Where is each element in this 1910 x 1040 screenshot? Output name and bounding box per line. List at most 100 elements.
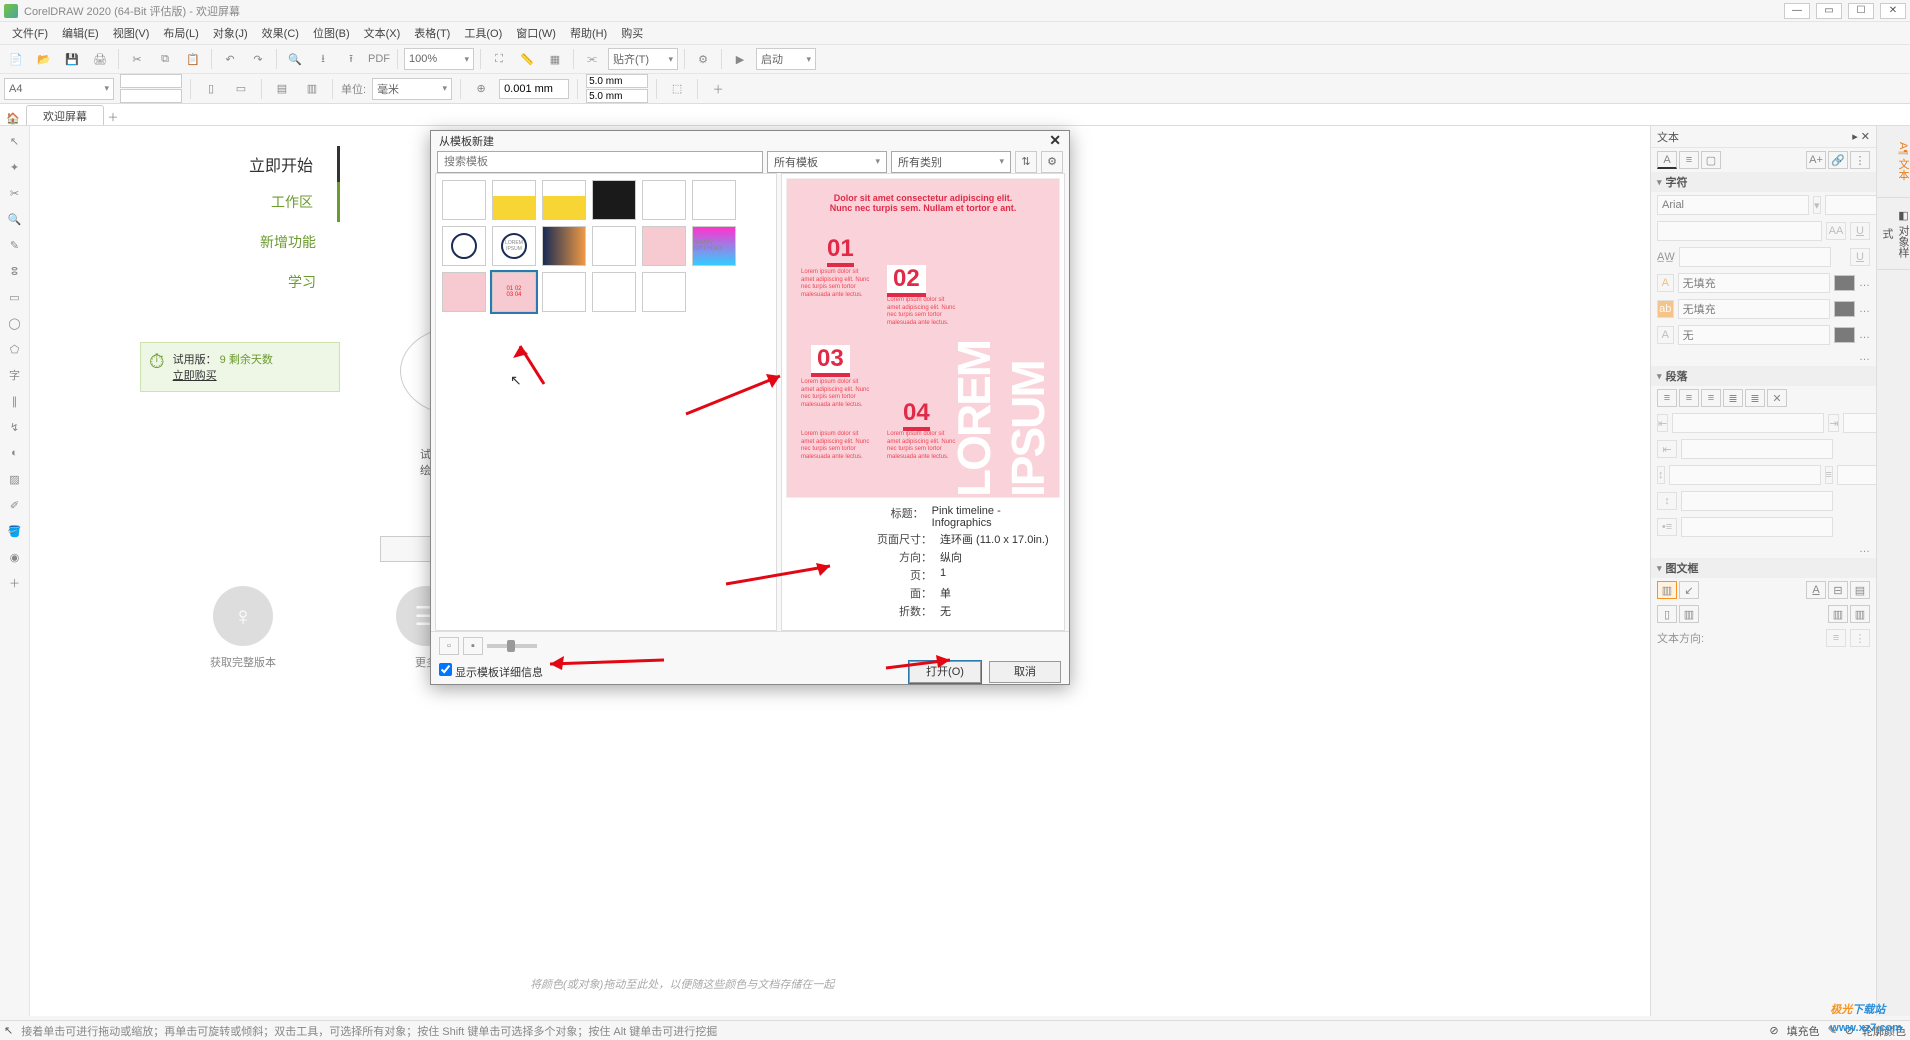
- section-paragraph[interactable]: 段落: [1651, 366, 1876, 386]
- fullscreen-icon[interactable]: ⛶: [487, 48, 511, 70]
- add-tool-icon[interactable]: ＋: [4, 572, 26, 594]
- welcome-nav-workspace[interactable]: 工作区: [140, 182, 340, 222]
- docker-title[interactable]: 文本▸ ✕: [1651, 126, 1876, 148]
- launch-icon[interactable]: ▶: [728, 48, 752, 70]
- action-get-full[interactable]: ♀获取完整版本: [210, 586, 276, 670]
- underline2-icon[interactable]: U: [1850, 248, 1870, 266]
- char-tab-icon[interactable]: A: [1657, 151, 1677, 169]
- zoom-combo[interactable]: 100%: [404, 48, 474, 70]
- template-thumb[interactable]: [442, 272, 486, 312]
- menu-layout[interactable]: 布局(L): [157, 23, 204, 43]
- category-filter-combo[interactable]: 所有类别: [891, 151, 1011, 173]
- launch-dropdown[interactable]: 启动: [756, 48, 816, 70]
- orient-landscape-icon[interactable]: ▭: [229, 78, 253, 100]
- rulers-icon[interactable]: 📏: [515, 48, 539, 70]
- frame-col-icon[interactable]: ▥: [1657, 581, 1677, 599]
- undo-icon[interactable]: ↶: [218, 48, 242, 70]
- dup-distance[interactable]: [586, 74, 648, 103]
- artistic-media-icon[interactable]: ⵓ: [4, 260, 26, 282]
- snap-icon[interactable]: ⫘: [580, 48, 604, 70]
- publish-pdf-icon[interactable]: PDF: [367, 48, 391, 70]
- justify-all-icon[interactable]: ≣: [1745, 389, 1765, 407]
- tab-welcome[interactable]: 欢迎屏幕: [26, 105, 104, 125]
- fill-swatch[interactable]: [1834, 275, 1855, 291]
- outline-swatch[interactable]: [1834, 327, 1855, 343]
- kerning-input[interactable]: [1679, 247, 1831, 267]
- import-icon[interactable]: ⭳: [311, 48, 335, 70]
- settings-icon[interactable]: ⚙: [1041, 151, 1063, 173]
- cancel-button[interactable]: 取消: [989, 661, 1061, 683]
- close-button[interactable]: ✕: [1880, 3, 1906, 19]
- options-icon[interactable]: ⋮: [1850, 151, 1870, 169]
- menu-object[interactable]: 对象(J): [207, 23, 254, 43]
- menu-help[interactable]: 帮助(H): [564, 23, 613, 43]
- section-frame[interactable]: 图文框: [1651, 558, 1876, 578]
- copy-icon[interactable]: ⧉: [153, 48, 177, 70]
- frame-align-icon[interactable]: A: [1806, 581, 1826, 599]
- template-thumb[interactable]: [542, 226, 586, 266]
- vtab-styles[interactable]: ◧ 对象样式: [1877, 198, 1910, 270]
- eyedropper-icon[interactable]: ✐: [4, 494, 26, 516]
- line-space-icon[interactable]: ≡: [1825, 466, 1833, 484]
- template-filter-combo[interactable]: 所有模板: [767, 151, 887, 173]
- frame-direction-icon[interactable]: ↙: [1679, 581, 1699, 599]
- new-tab-button[interactable]: ＋: [104, 109, 122, 125]
- outline-fill-icon[interactable]: A: [1657, 326, 1674, 344]
- frame-link-icon[interactable]: ▤: [1850, 581, 1870, 599]
- minimize-button[interactable]: —: [1784, 3, 1810, 19]
- menu-edit[interactable]: 编辑(E): [56, 23, 105, 43]
- maximize-button[interactable]: ☐: [1848, 3, 1874, 19]
- more-icon[interactable]: …: [1859, 329, 1870, 341]
- ellipse-tool-icon[interactable]: ◯: [4, 312, 26, 334]
- font-dropdown-icon[interactable]: ▾: [1813, 196, 1821, 214]
- add-font-icon[interactable]: A+: [1806, 151, 1826, 169]
- template-thumb-selected[interactable]: 01 0203 04: [492, 272, 536, 312]
- fill-tool-icon[interactable]: 🪣: [4, 520, 26, 542]
- save-icon[interactable]: 💾: [60, 48, 84, 70]
- menu-buy[interactable]: 购买: [615, 23, 649, 43]
- welcome-nav-whatsnew[interactable]: 新增功能: [140, 222, 340, 262]
- view-small-icon[interactable]: ▫: [439, 637, 459, 655]
- no-align-icon[interactable]: ✕: [1767, 389, 1787, 407]
- welcome-nav-learn[interactable]: 学习: [140, 262, 340, 302]
- template-thumb[interactable]: [592, 180, 636, 220]
- dialog-title-bar[interactable]: 从模板新建 ✕: [431, 131, 1069, 150]
- first-indent-input[interactable]: [1681, 439, 1833, 459]
- uniform-fill-icon[interactable]: A: [1657, 274, 1674, 292]
- menu-window[interactable]: 窗口(W): [510, 23, 562, 43]
- link-frame-icon[interactable]: 🔗: [1828, 151, 1848, 169]
- search-icon[interactable]: 🔍: [283, 48, 307, 70]
- line-space-input[interactable]: [1837, 465, 1876, 485]
- polygon-tool-icon[interactable]: ⬠: [4, 338, 26, 360]
- cols-more-icon[interactable]: ▥: [1850, 605, 1870, 623]
- export-icon[interactable]: ⭱: [339, 48, 363, 70]
- fill-combo[interactable]: [1678, 273, 1830, 293]
- paste-icon[interactable]: 📋: [181, 48, 205, 70]
- left-indent-icon[interactable]: ⇤: [1657, 414, 1668, 432]
- cut-icon[interactable]: ✂: [125, 48, 149, 70]
- menu-file[interactable]: 文件(F): [6, 23, 54, 43]
- zoom-tool-icon[interactable]: 🔍: [4, 208, 26, 230]
- underline-icon[interactable]: U: [1850, 222, 1870, 240]
- treat-as-filled-icon[interactable]: ⬚: [665, 78, 689, 100]
- more-icon[interactable]: …: [1859, 303, 1870, 315]
- template-thumb[interactable]: HAPPY BIRTHDAY: [692, 226, 736, 266]
- template-thumb[interactable]: [542, 180, 586, 220]
- before-space-input[interactable]: [1669, 465, 1821, 485]
- open-icon[interactable]: 📂: [32, 48, 56, 70]
- font-family-combo[interactable]: [1657, 195, 1809, 215]
- after-space-icon[interactable]: ↕: [1657, 492, 1677, 510]
- right-indent-input[interactable]: [1843, 413, 1876, 433]
- frame-overflow-icon[interactable]: ⊟: [1828, 581, 1848, 599]
- add-preset-icon[interactable]: ＋: [706, 78, 730, 100]
- options-icon[interactable]: ⚙: [691, 48, 715, 70]
- page-dims[interactable]: [120, 74, 182, 103]
- before-space-icon[interactable]: ↕: [1657, 466, 1665, 484]
- template-thumb[interactable]: [642, 226, 686, 266]
- para-tab-icon[interactable]: ≡: [1679, 151, 1699, 169]
- buy-now-link[interactable]: 立即购买: [173, 367, 273, 383]
- transparency-icon[interactable]: ▨: [4, 468, 26, 490]
- parallel-dim-icon[interactable]: ∥: [4, 390, 26, 412]
- font-style-combo[interactable]: [1657, 221, 1822, 241]
- template-thumb[interactable]: [492, 180, 536, 220]
